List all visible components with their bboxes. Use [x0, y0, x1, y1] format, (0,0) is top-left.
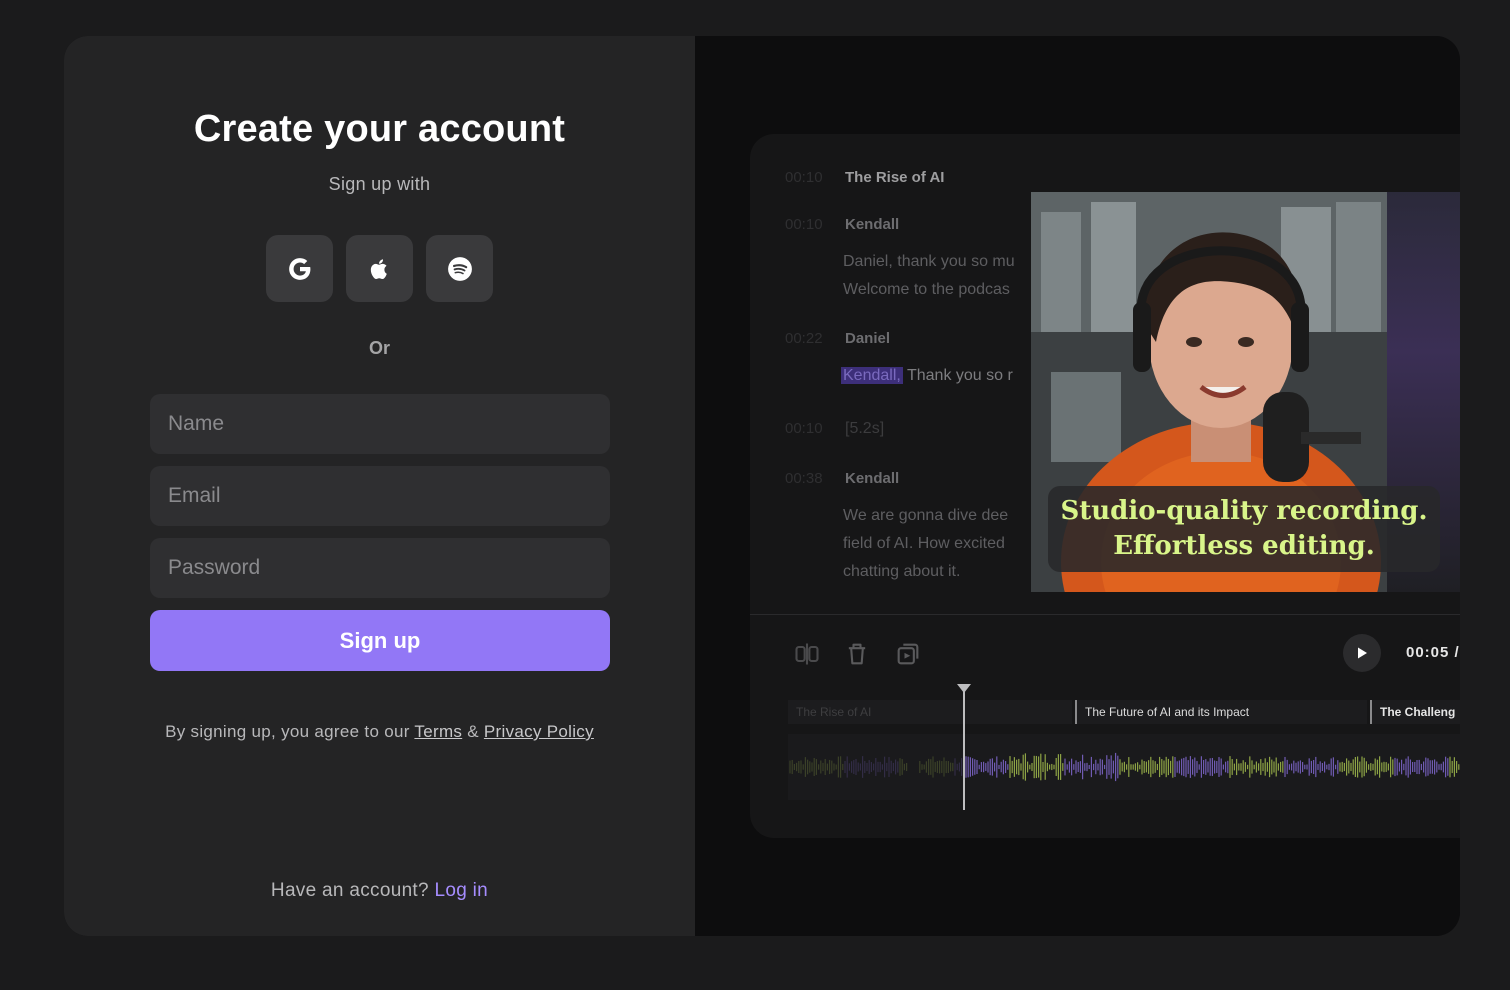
- terms-ampersand: &: [467, 722, 479, 741]
- playhead-handle[interactable]: [957, 684, 971, 693]
- transcript-gap-row: 00:10 [5.2s]: [785, 420, 884, 438]
- transcript-speaker-row: 00:22 Daniel: [785, 330, 890, 347]
- google-signup-button[interactable]: [266, 235, 333, 302]
- signup-button[interactable]: Sign up: [150, 610, 610, 671]
- transcript-text: We are gonna dive dee field of AI. How e…: [843, 502, 1043, 586]
- silence-gap: [5.2s]: [845, 420, 885, 437]
- transcript-line: Welcome to the podcas: [843, 281, 1010, 298]
- play-icon: [1358, 647, 1367, 659]
- highlighted-word: Kendall,: [841, 367, 903, 384]
- trash-icon[interactable]: [843, 640, 871, 668]
- spotify-icon: [447, 256, 472, 281]
- privacy-policy-link[interactable]: Privacy Policy: [484, 722, 594, 741]
- transcript-line: Daniel, thank you so mu: [843, 253, 1015, 270]
- terms-notice: By signing up, you agree to our Terms & …: [64, 722, 695, 742]
- split-icon[interactable]: [793, 640, 821, 668]
- signup-panel: Create your account Sign up with Or Name…: [64, 36, 695, 936]
- transcript-line: chatting about it.: [843, 563, 961, 580]
- name-input[interactable]: [150, 394, 610, 454]
- login-prompt: Have an account? Log in: [64, 880, 695, 902]
- transcript-speaker-row: 00:38 Kendall: [785, 470, 899, 487]
- playback-time: 00:05 /: [1406, 644, 1460, 661]
- transcript-speaker-row: 00:10 Kendall: [785, 216, 899, 233]
- playhead[interactable]: [963, 686, 965, 810]
- editor-preview: 00:10 The Rise of AI 00:10 Kendall Daniel,…: [695, 36, 1460, 936]
- chapter-title: The Rise of AI: [845, 169, 945, 186]
- caption-line: Effortless editing.: [1113, 531, 1375, 561]
- password-input[interactable]: [150, 538, 610, 598]
- transcript-line: We are gonna dive dee: [843, 507, 1009, 524]
- timestamp: 00:10: [785, 216, 823, 233]
- clip-icon[interactable]: [894, 640, 922, 668]
- social-login-row: [266, 235, 493, 302]
- timestamp: 00:10: [785, 169, 823, 186]
- page-title: Create your account: [193, 108, 566, 150]
- play-button[interactable]: [1343, 634, 1381, 672]
- chapter-segment[interactable]: The Challeng: [1370, 700, 1460, 724]
- terms-prefix: By signing up, you agree to our: [165, 722, 410, 741]
- have-account-text: Have an account?: [270, 880, 429, 901]
- audio-waveform[interactable]: [788, 734, 1460, 800]
- apple-signup-button[interactable]: [346, 235, 413, 302]
- video-caption: Studio-quality recording. Effortless edi…: [1048, 486, 1440, 572]
- google-icon: [288, 257, 310, 280]
- editor-panel: 00:10 The Rise of AI 00:10 Kendall Daniel,…: [750, 134, 1460, 838]
- speaker-name: Kendall: [845, 470, 900, 487]
- apple-icon: [370, 258, 387, 279]
- timestamp: 00:10: [785, 420, 823, 437]
- signup-card: Create your account Sign up with Or Name…: [64, 36, 1460, 936]
- speaker-name: Kendall: [845, 216, 900, 233]
- signup-subtitle: Sign up with: [328, 174, 431, 194]
- caption-line: Studio-quality recording.: [1060, 496, 1428, 526]
- or-divider: Or: [368, 338, 390, 358]
- chapter-track: The Rise of AI The Future of AI and its …: [788, 700, 1460, 724]
- transcript-text: Daniel, thank you so mu Welcome to the p…: [843, 248, 1043, 304]
- timestamp: 00:38: [785, 470, 823, 487]
- terms-link[interactable]: Terms: [414, 722, 462, 741]
- timestamp: 00:22: [785, 330, 823, 347]
- transcript-line: Thank you so r: [906, 367, 1013, 384]
- toolbar-divider: [750, 614, 1460, 615]
- speaker-name: Daniel: [845, 330, 891, 347]
- chapter-segment[interactable]: The Future of AI and its Impact: [1075, 700, 1367, 724]
- spotify-signup-button[interactable]: [426, 235, 493, 302]
- email-input[interactable]: [150, 466, 610, 526]
- transcript-line: field of AI. How excited: [843, 535, 1005, 552]
- transcript-text: Kendall, Thank you so r: [841, 362, 1041, 390]
- transcript-heading: 00:10 The Rise of AI: [785, 169, 944, 186]
- chapter-segment[interactable]: The Rise of AI: [788, 700, 1072, 724]
- login-link[interactable]: Log in: [434, 880, 488, 901]
